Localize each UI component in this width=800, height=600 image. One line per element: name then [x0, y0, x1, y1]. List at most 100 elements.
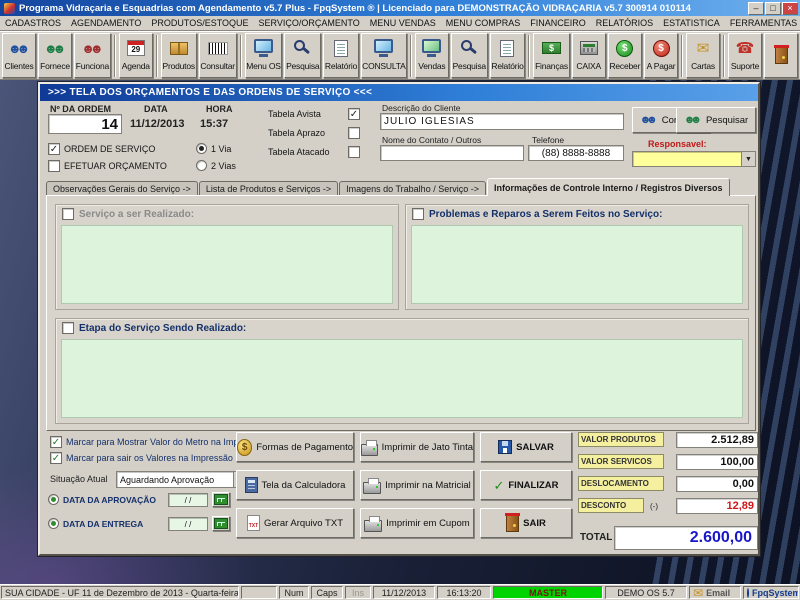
salvar-button[interactable]: SALVAR: [480, 432, 572, 462]
toolbar-button-cartas[interactable]: Cartas: [686, 33, 720, 78]
print-values-row[interactable]: Marcar para sair os Valores na Impressão: [50, 452, 233, 464]
exit-button[interactable]: [764, 33, 798, 78]
status-email[interactable]: Email: [689, 586, 741, 599]
phone-input[interactable]: (88) 8888-8888: [528, 145, 624, 161]
toolbar-label: Pesquisa: [286, 61, 320, 71]
one-via-radio[interactable]: [196, 143, 207, 154]
two-vias-radio[interactable]: [196, 160, 207, 171]
imprimir-jato-button[interactable]: Imprimir de Jato Tinta: [360, 432, 474, 462]
minimize-button[interactable]: –: [748, 1, 764, 15]
menu-produtos-estoque[interactable]: PRODUTOS/ESTOQUE: [146, 18, 253, 28]
menu-vendas[interactable]: MENU VENDAS: [365, 18, 441, 28]
toolbar-button-produtos[interactable]: Produtos: [160, 33, 197, 78]
responsavel-dropdown-arrow-icon[interactable]: [741, 152, 755, 166]
menu-estatistica[interactable]: ESTATISTICA: [658, 18, 725, 28]
etapa-checkbox[interactable]: [62, 322, 74, 334]
responsavel-combo[interactable]: [632, 151, 756, 167]
maximize-button[interactable]: □: [765, 1, 781, 15]
toolbar-button-receber[interactable]: Receber: [607, 33, 642, 78]
data-entrega-field[interactable]: / /: [168, 517, 208, 531]
data-aprovacao-field[interactable]: / /: [168, 493, 208, 507]
order-service-checkbox-row[interactable]: ORDEM DE SERVIÇO: [48, 143, 155, 155]
formas-pagamento-button[interactable]: Formas de Pagamento: [236, 432, 354, 462]
one-via-radio-row[interactable]: 1 Via: [196, 143, 231, 154]
data-aprovacao-calendar-button[interactable]: [212, 492, 230, 507]
calculadora-button[interactable]: Tela da Calculadora: [236, 470, 354, 500]
toolbar-button-relatorio-os[interactable]: Relatório: [323, 33, 359, 78]
tab-observacoes[interactable]: Observações Gerais do Serviço ->: [46, 181, 198, 196]
data-entrega-row[interactable]: DATA DA ENTREGA: [48, 518, 143, 529]
sair-button[interactable]: SAIR: [480, 508, 572, 538]
pesquisar-button[interactable]: Pesquisar: [676, 107, 756, 133]
tabela-avista-row[interactable]: Tabela Avista: [268, 108, 360, 120]
one-via-label: 1 Via: [211, 143, 232, 154]
budget-checkbox[interactable]: [48, 160, 60, 172]
tabela-atacado-row[interactable]: Tabela Atacado: [268, 146, 360, 158]
imprimir-cupom-button[interactable]: Imprimir em Cupom: [360, 508, 474, 538]
toolbar-button-funcionarios[interactable]: Funciona: [74, 33, 111, 78]
show-meter-value-row[interactable]: Marcar para Mostrar Valor do Metro na Im…: [50, 436, 265, 448]
menu-servico-orcamento[interactable]: SERVIÇO/ORÇAMENTO: [254, 18, 365, 28]
tab-imagens[interactable]: Imagens do Trabalho / Serviço ->: [339, 181, 486, 196]
servico-checkbox[interactable]: [62, 208, 74, 220]
valor-produtos-value: 2.512,89: [676, 432, 758, 448]
order-number-field[interactable]: 14: [48, 114, 122, 134]
budget-checkbox-row[interactable]: EFETUAR ORÇAMENTO: [48, 160, 167, 172]
calendar-icon: 29: [122, 35, 150, 61]
data-aprovacao-row[interactable]: DATA DA APROVAÇÃO: [48, 494, 156, 505]
show-meter-value-checkbox[interactable]: [50, 436, 62, 448]
tab-lista-produtos[interactable]: Lista de Produtos e Serviços ->: [198, 181, 339, 196]
close-button[interactable]: ×: [782, 1, 798, 15]
tabela-aprazo-checkbox[interactable]: [348, 127, 360, 139]
toolbar-button-suporte[interactable]: Suporte: [728, 33, 762, 78]
toolbar-button-agenda[interactable]: 29 Agenda: [118, 33, 153, 78]
gerar-txt-button[interactable]: TXT Gerar Arquivo TXT: [236, 508, 354, 538]
print-values-label: Marcar para sair os Valores na Impressão: [66, 453, 233, 463]
menu-compras[interactable]: MENU COMPRAS: [441, 18, 526, 28]
menu-ferramentas[interactable]: FERRAMENTAS: [725, 18, 800, 28]
data-aprovacao-radio[interactable]: [48, 494, 59, 505]
tabela-aprazo-row[interactable]: Tabela Aprazo: [268, 127, 360, 139]
toolbar-label: Suporte: [730, 61, 760, 71]
etapa-textarea[interactable]: [61, 339, 743, 418]
toolbar-button-clientes[interactable]: Clientes: [2, 33, 36, 78]
menu-cadastros[interactable]: CADASTROS: [0, 18, 66, 28]
data-entrega-radio[interactable]: [48, 518, 59, 529]
situacao-combo[interactable]: Aguardando Aprovação: [116, 471, 248, 488]
order-service-checkbox[interactable]: [48, 143, 60, 155]
toolbar-button-relatorio-vendas[interactable]: Relatório: [489, 33, 526, 78]
tabela-atacado-checkbox[interactable]: [348, 146, 360, 158]
problemas-textarea[interactable]: [411, 225, 743, 304]
imprimir-matricial-button[interactable]: Imprimir na Matricial: [360, 470, 474, 500]
status-brand-label: FpqSystem: [752, 587, 799, 598]
toolbar-label: Menu OS: [246, 61, 281, 71]
client-description-input[interactable]: JULIO IGLESIAS: [380, 113, 624, 130]
problemas-checkbox[interactable]: [412, 208, 424, 220]
tabela-avista-checkbox[interactable]: [348, 108, 360, 120]
toolbar-button-pesquisa-vendas[interactable]: Pesquisa: [450, 33, 488, 78]
servico-textarea[interactable]: [61, 225, 393, 304]
menu-agendamento[interactable]: AGENDAMENTO: [66, 18, 146, 28]
status-bar: SUA CIDADE - UF 11 de Dezembro de 2013 -…: [0, 584, 800, 600]
print-values-checkbox[interactable]: [50, 452, 62, 464]
two-vias-radio-row[interactable]: 2 Vias: [196, 160, 236, 171]
menu-financeiro[interactable]: FINANCEIRO: [525, 18, 591, 28]
toolbar-button-consultar[interactable]: Consultar: [198, 33, 237, 78]
toolbar-button-consulta[interactable]: CONSULTA: [360, 33, 407, 78]
finalizar-button[interactable]: FINALIZAR: [480, 470, 572, 500]
toolbar-button-menu-os[interactable]: Menu OS: [244, 33, 283, 78]
toolbar-button-pesquisa-os[interactable]: Pesquisa: [284, 33, 322, 78]
gerar-txt-label: Gerar Arquivo TXT: [263, 517, 344, 529]
contact-name-input[interactable]: [380, 145, 524, 161]
data-entrega-calendar-button[interactable]: [212, 516, 230, 531]
toolbar-button-vendas[interactable]: Vendas: [414, 33, 449, 78]
toolbar-label: A Pagar: [646, 61, 676, 71]
phone-label: Telefone: [532, 135, 565, 145]
toolbar-button-a-pagar[interactable]: A Pagar: [644, 33, 678, 78]
toolbar-button-fornecedores[interactable]: Fornece: [38, 33, 72, 78]
toolbar-button-caixa[interactable]: CAIXA: [571, 33, 606, 78]
toolbar-button-financas[interactable]: Finanças: [533, 33, 570, 78]
tab-informacoes-controle[interactable]: Informações de Controle Interno / Regist…: [486, 178, 730, 196]
order-date-value: 11/12/2013: [130, 118, 185, 130]
menu-relatorios[interactable]: RELATÓRIOS: [591, 18, 658, 28]
